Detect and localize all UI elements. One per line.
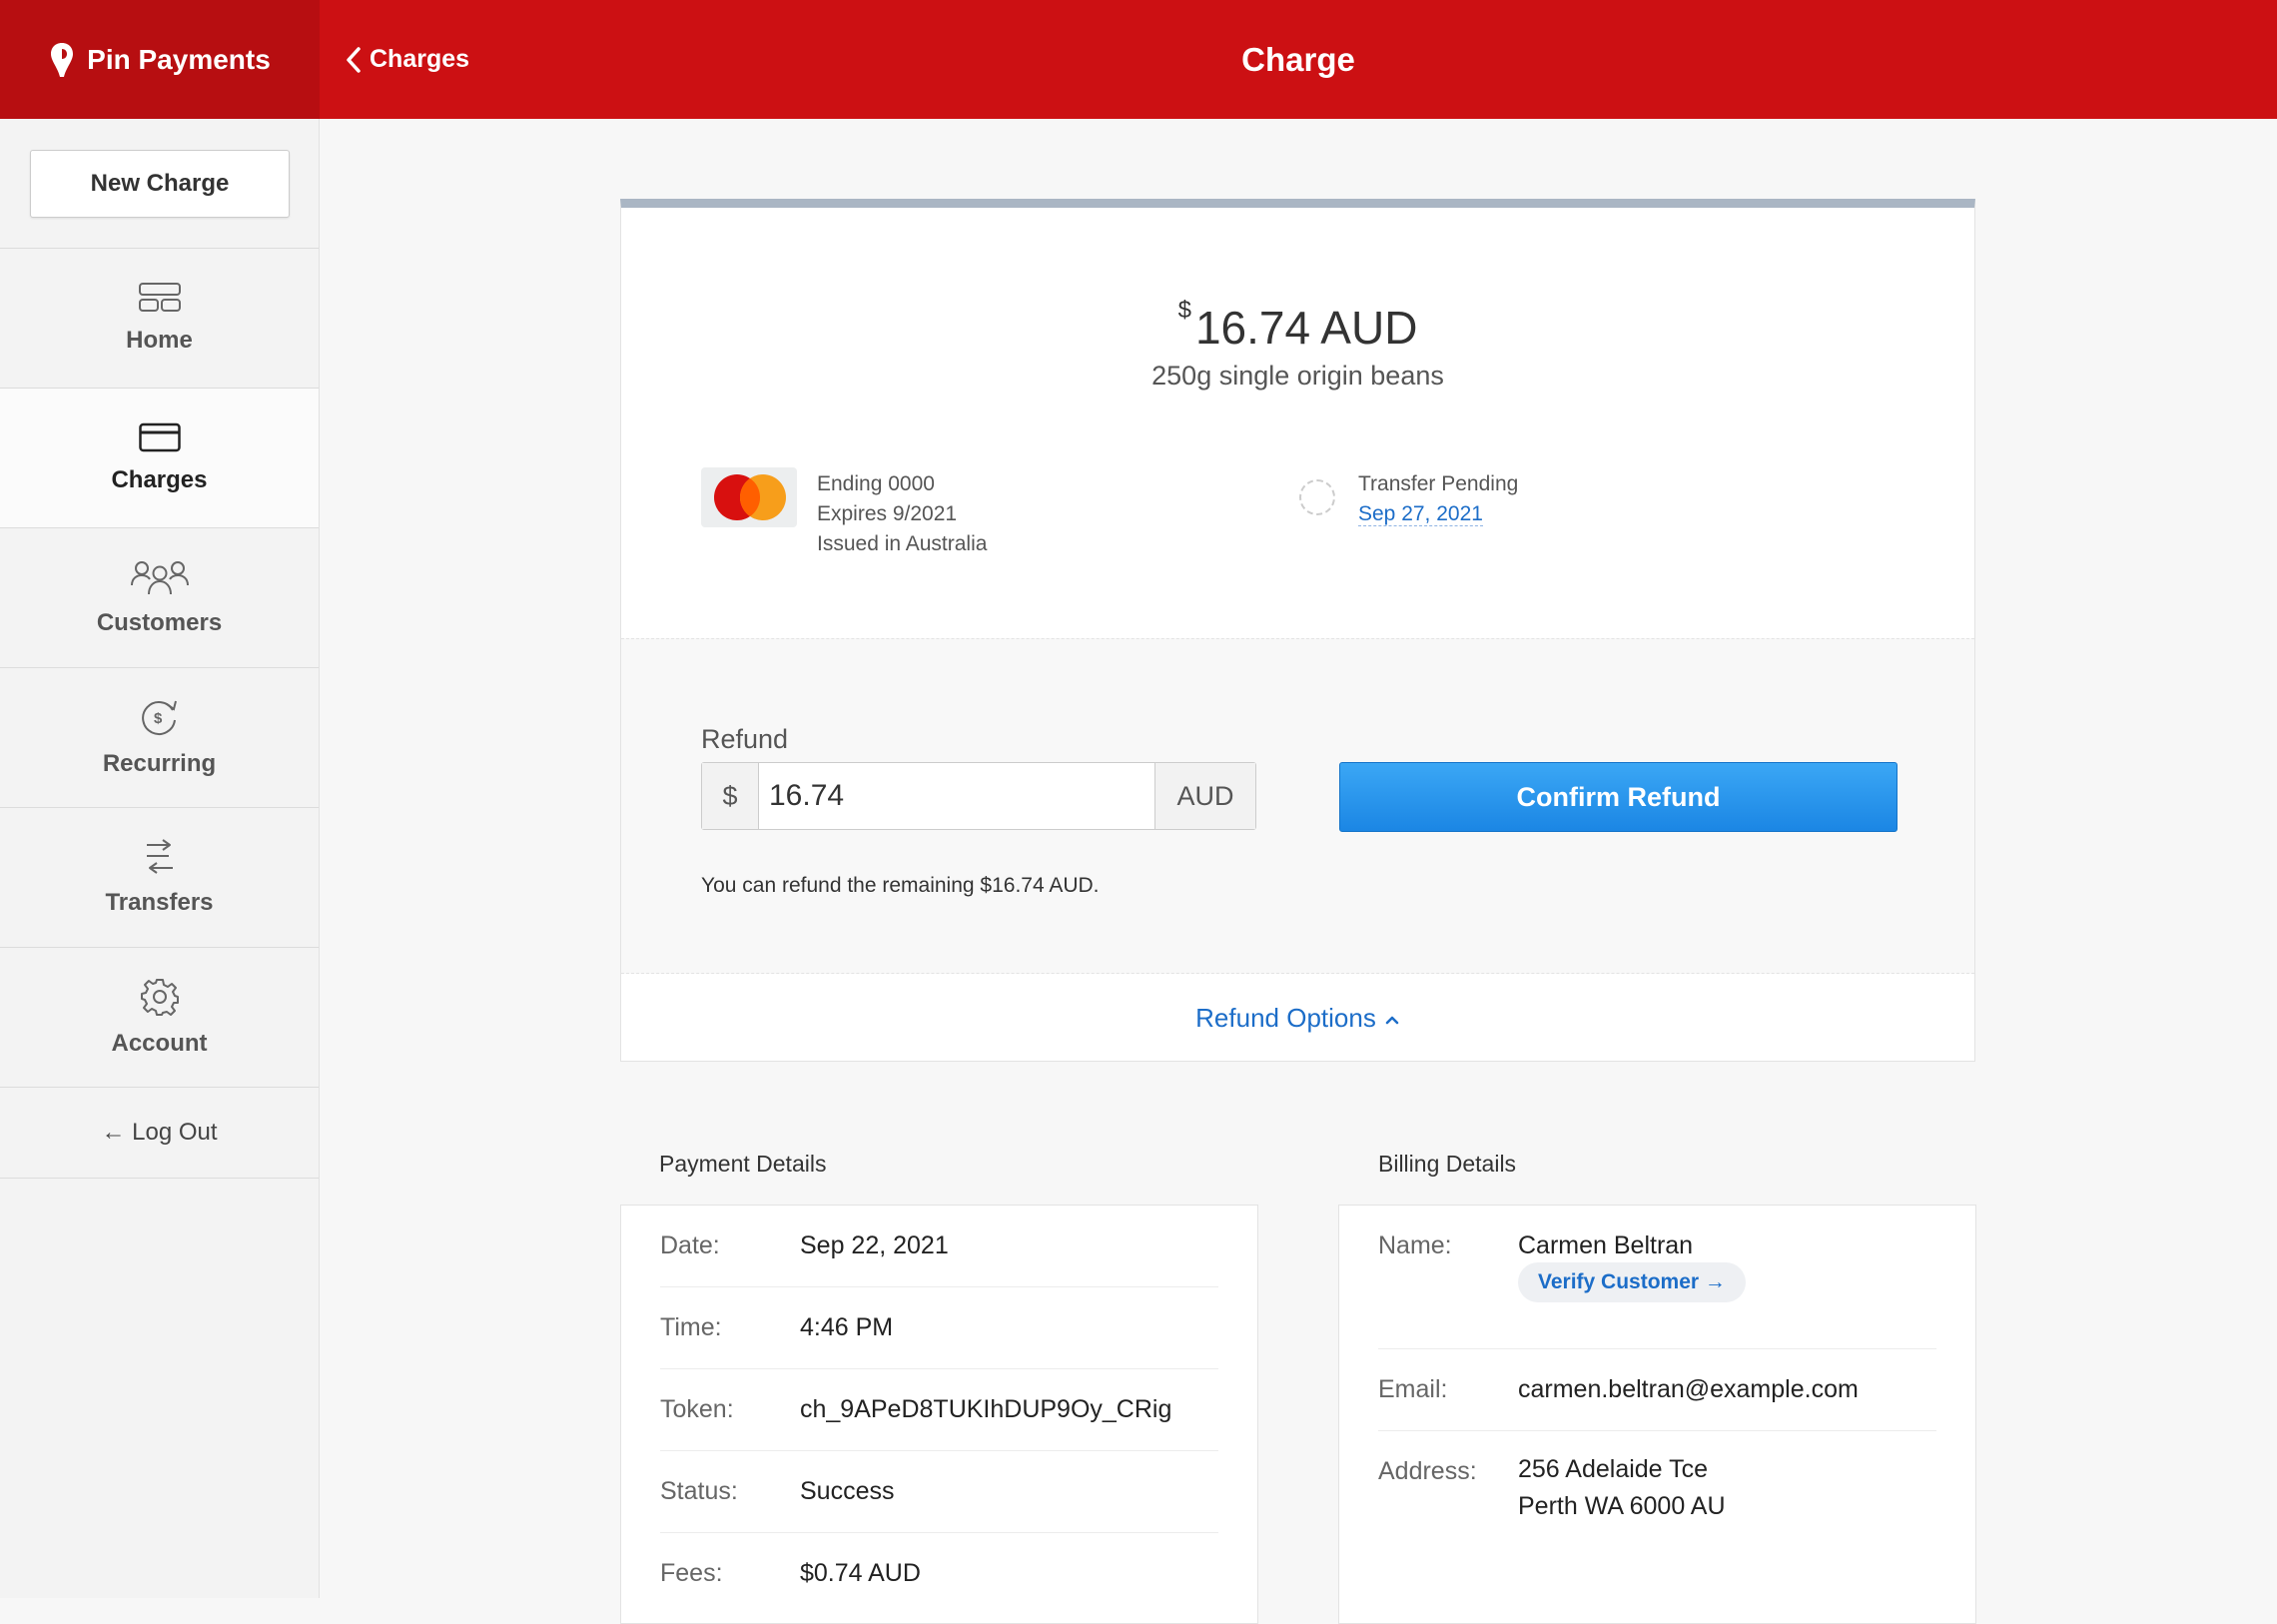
transfer-status: Transfer Pending [1358,472,1519,495]
refund-amount-field: $ AUD [701,762,1256,830]
detail-key: Date: [660,1231,720,1259]
refund-options-toggle[interactable]: Refund Options [621,1003,1974,1034]
back-to-charges-link[interactable]: Charges [346,0,469,119]
sidebar-nav: Home Charges Customers $ Recurring Trans… [0,248,319,1179]
back-link-label: Charges [370,45,470,73]
brand-name: Pin Payments [87,43,271,75]
confirm-refund-button[interactable]: Confirm Refund [1339,762,1898,832]
sidebar-item-account[interactable]: Account [0,948,319,1088]
sidebar-item-charges[interactable]: Charges [0,389,319,528]
detail-row-token: Token: ch_9APeD8TUKIhDUP9Oy_CRig [660,1369,1218,1451]
svg-text:$: $ [154,710,163,727]
brand-logo[interactable]: Pin Payments [0,0,320,119]
charge-card: $16.74 AUD 250g single origin beans Endi… [620,199,1975,1062]
customer-name: Carmen Beltran [1518,1231,1694,1259]
currency-symbol: $ [1177,297,1191,324]
home-icon [138,282,181,312]
sidebar-item-label: Customers [96,608,223,636]
sidebar-item-label: Recurring [102,749,217,777]
transfer-info: Transfer Pending Sep 27, 2021 [1358,469,1518,529]
new-charge-button[interactable]: New Charge [30,150,290,218]
detail-value: Sep 22, 2021 [800,1231,949,1259]
logout-link[interactable]: ← Log Out [0,1088,319,1179]
page-title: Charge [1241,40,1355,78]
card-issuer-country: Issued in Australia [817,532,988,555]
top-bar: Pin Payments Charges Charge [0,0,2277,119]
mastercard-icon [701,467,797,527]
detail-value: 4:46 PM [800,1313,894,1341]
sidebar-item-recurring[interactable]: $ Recurring [0,668,319,808]
billing-key: Email: [1378,1375,1448,1403]
billing-row-name: Name: Carmen Beltran Verify Customer → [1378,1206,1936,1349]
card-ending: Ending 0000 [817,472,935,495]
refund-currency-prefix: $ [702,763,759,829]
billing-details-title: Billing Details [1378,1151,1517,1177]
billing-key: Address: [1378,1457,1477,1485]
detail-value: Success [800,1477,895,1505]
sidebar-item-customers[interactable]: Customers [0,528,319,668]
payment-details-title: Payment Details [659,1151,827,1177]
detail-key: Token: [660,1395,734,1423]
billing-row-email: Email: carmen.beltran@example.com [1378,1349,1936,1431]
verify-customer-button[interactable]: Verify Customer → [1518,1262,1746,1302]
card-info: Ending 0000 Expires 9/2021 Issued in Aus… [817,469,987,559]
billing-details-panel: Name: Carmen Beltran Verify Customer → E… [1338,1205,1976,1624]
refund-label: Refund [701,724,789,754]
detail-key: Status: [660,1477,738,1505]
billing-key: Name: [1378,1231,1452,1259]
detail-value: $0.74 AUD [800,1559,921,1587]
card-expiry: Expires 9/2021 [817,502,958,525]
transfer-date-link[interactable]: Sep 27, 2021 [1358,502,1483,526]
sidebar-item-label: Account [111,1029,208,1057]
charge-amount: $16.74 AUD [621,297,1974,355]
sidebar-item-label: Charges [111,465,208,493]
refund-options-label: Refund Options [1195,1003,1376,1033]
refund-note: You can refund the remaining $16.74 AUD. [701,874,1100,897]
address-line-1: 256 Adelaide Tce [1518,1455,1708,1483]
detail-row-status: Status: Success [660,1451,1218,1533]
pending-circle-icon [1299,479,1335,515]
gear-icon [140,978,179,1016]
sidebar-item-transfers[interactable]: Transfers [0,808,319,948]
detail-key: Time: [660,1313,722,1341]
detail-value[interactable]: ch_9APeD8TUKIhDUP9Oy_CRig [800,1395,1171,1424]
chevron-up-icon [1385,1016,1399,1025]
charge-description: 250g single origin beans [1151,361,1444,391]
billing-row-address: Address: 256 Adelaide Tce Perth WA 6000 … [1378,1431,1936,1551]
payment-details-panel: Date: Sep 22, 2021 Time: 4:46 PM Token: … [620,1205,1258,1624]
customer-email-link[interactable]: carmen.beltran@example.com [1518,1375,1859,1404]
address-line-2: Perth WA 6000 AU [1518,1492,1726,1520]
refund-panel: Refund $ AUD Confirm Refund You can refu… [621,638,1974,974]
recurring-icon: $ [141,700,177,735]
sidebar-item-home[interactable]: Home [0,249,319,389]
detail-row-date: Date: Sep 22, 2021 [660,1206,1218,1287]
refund-currency-suffix: AUD [1154,763,1255,829]
detail-row-time: Time: 4:46 PM [660,1287,1218,1369]
sidebar-item-label: Home [126,326,193,354]
refund-amount-input[interactable] [759,763,1154,829]
detail-key: Fees: [660,1559,723,1587]
sidebar: New Charge Home Charges Customers $ Recu… [0,119,320,1598]
customers-icon [130,560,189,594]
pin-icon [51,42,74,77]
detail-row-fees: Fees: $0.74 AUD [660,1533,1218,1615]
customer-address: 256 Adelaide Tce Perth WA 6000 AU [1518,1451,1726,1525]
amount-value: 16.74 AUD [1194,302,1418,354]
transfers-icon [146,838,173,874]
card-icon [138,422,181,451]
sidebar-item-label: Transfers [105,888,214,916]
chevron-left-icon [347,46,361,73]
